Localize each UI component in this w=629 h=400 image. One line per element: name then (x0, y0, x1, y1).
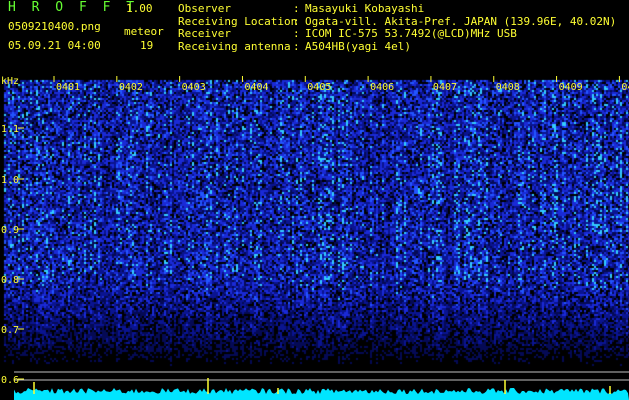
noise-image (0, 76, 629, 400)
x-tick-label: 0409 (559, 82, 583, 93)
x-tick-label: 0402 (119, 82, 143, 93)
y-tick-label: 0.9 (1, 225, 19, 236)
meta-value: Ogata-vill. Akita-Pref. JAPAN (139.96E, … (305, 14, 617, 28)
y-tick-label: 0.8 (1, 275, 19, 286)
y-axis-unit: kHz (1, 76, 19, 87)
spectrogram-noise (0, 76, 629, 400)
y-tick-label: 0.6 (1, 375, 19, 386)
y-tick-label: 1.1 (1, 124, 19, 135)
meteor-count: 19 (140, 39, 154, 52)
y-tick-label: 0.7 (1, 325, 19, 336)
x-tick-label: 0403 (182, 82, 206, 93)
x-tick-label: 0406 (370, 82, 394, 93)
meta-value: A504HB(yagi 4el) (305, 39, 411, 53)
meta-key: Observer (178, 2, 231, 15)
x-tick-label: 0408 (496, 82, 520, 93)
meta-key: Receiving antenna (178, 39, 291, 53)
app-title: H R O F F T (8, 0, 139, 15)
x-tick-label: 0401 (56, 82, 80, 93)
file-name: 0509210400.png (8, 20, 101, 33)
x-tick-label: 0404 (244, 82, 268, 93)
y-tick-label: 1.0 (1, 175, 19, 186)
antenna-row: Receiving antenna: A504HB(yagi 4el) (178, 39, 411, 53)
x-tick-label: 0407 (433, 82, 457, 93)
meta-value: ICOM IC-575 53.7492(@LCD)MHz USB (305, 27, 517, 40)
x-tick-label: 0405 (307, 82, 331, 93)
x-tick-label: 0410 (621, 82, 629, 93)
capture-datetime: 05.09.21 04:00 (8, 39, 101, 52)
spectrogram: kHz 1.1 1.0 0.9 0.8 0.7 0.6 0401 0402 0403 0404 04… (0, 76, 629, 400)
app-version: 1.00 (126, 2, 153, 15)
meteor-label: meteor (124, 25, 164, 38)
meta-key: Receiver (178, 27, 231, 40)
meta-value: Masayuki Kobayashi (305, 2, 425, 15)
station-info: Observer: Masayuki Kobayashi Receiving Lo… (178, 2, 617, 53)
